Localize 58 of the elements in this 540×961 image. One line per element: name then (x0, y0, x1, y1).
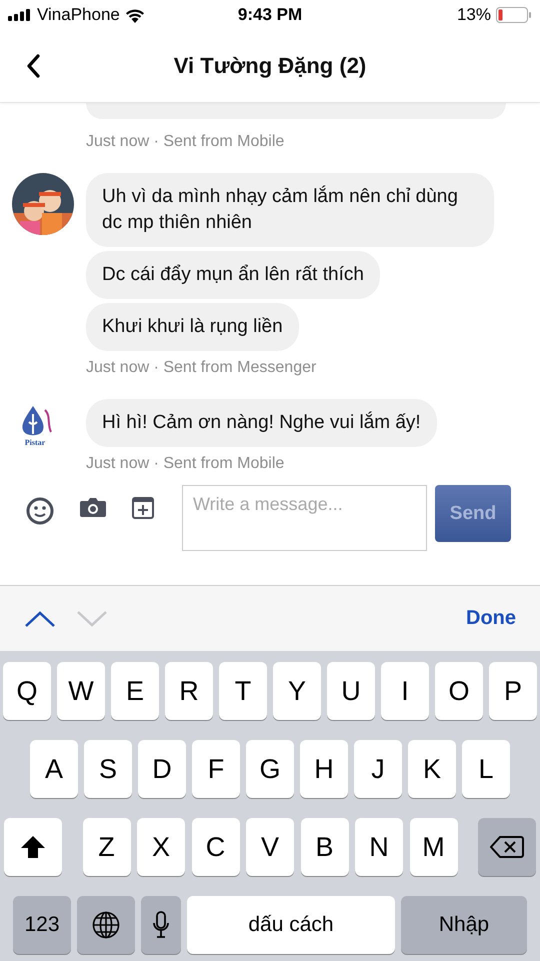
shift-icon (20, 835, 46, 859)
numbers-key[interactable]: 123 (13, 896, 71, 954)
keyboard-key[interactable]: B (300, 818, 348, 876)
space-key[interactable]: dấu cách (187, 896, 395, 954)
keyboard-key[interactable]: G (246, 740, 294, 798)
emoji-icon[interactable] (26, 497, 54, 525)
wifi-icon (124, 8, 145, 22)
done-button[interactable]: Done (466, 607, 516, 630)
carrier-name: VinaPhone (37, 5, 120, 25)
keyboard-key[interactable]: U (327, 662, 375, 720)
keyboard-key[interactable]: A (30, 740, 78, 798)
keyboard-key[interactable]: H (300, 740, 348, 798)
message-bubble: Khưi khưi là rụng liền (86, 303, 299, 351)
logo: Pistar (12, 402, 58, 447)
keyboard-key[interactable]: J (354, 740, 402, 798)
keyboard-key[interactable]: S (84, 740, 132, 798)
message-meta: Just now · Sent from Mobile (86, 455, 284, 471)
battery-icon (496, 7, 532, 23)
camera-icon[interactable] (80, 497, 106, 517)
keyboard-key[interactable]: I (381, 662, 429, 720)
backspace-icon (490, 835, 524, 859)
keyboard-key[interactable]: W (57, 662, 105, 720)
keyboard-key[interactable]: Y (273, 662, 321, 720)
signal-icon (8, 9, 32, 21)
delete-key[interactable] (478, 818, 536, 876)
message-bubble: Hì hì! Cảm ơn nàng! Nghe vui lắm ấy! (86, 399, 437, 447)
keyboard-key[interactable]: P (489, 662, 537, 720)
keyboard-key[interactable]: C (192, 818, 240, 876)
battery-percent: 13% (456, 5, 491, 25)
keyboard-key[interactable]: F (192, 740, 240, 798)
keyboard-key[interactable]: M (410, 818, 458, 876)
message-bubble: Dc cái đẩy mụn ẩn lên rất thích (86, 251, 380, 299)
status-time: 9:43 PM (238, 5, 302, 25)
globe-icon (92, 911, 120, 939)
back-icon[interactable] (26, 54, 40, 78)
message-meta: Just now · Sent from Messenger (86, 359, 316, 377)
keyboard-key[interactable]: Z (82, 818, 130, 876)
keyboard-key[interactable]: L (462, 740, 510, 798)
keyboard-key[interactable]: R (165, 662, 213, 720)
keyboard-key[interactable]: D (138, 740, 186, 798)
conversation-title: Vi Tường Đặng (2) (174, 53, 366, 79)
shift-key[interactable] (4, 818, 62, 876)
message-input[interactable]: Write a message... (182, 485, 427, 551)
microphone-icon (153, 911, 169, 939)
add-icon[interactable] (132, 497, 154, 519)
keyboard-key[interactable]: O (435, 662, 483, 720)
keyboard-key[interactable]: V (246, 818, 294, 876)
keyboard-key[interactable]: E (111, 662, 159, 720)
return-key[interactable]: Nhập (401, 896, 527, 954)
keyboard-key[interactable]: Q (3, 662, 51, 720)
microphone-key[interactable] (141, 896, 181, 954)
message-bubble: Uh vì da mình nhạy cảm lắm nên chỉ dùng dc mp thiên nhiên (86, 173, 494, 247)
globe-key[interactable] (77, 896, 135, 954)
keyboard-key[interactable]: N (355, 818, 403, 876)
message-meta: Just now · Sent from Mobile (86, 133, 284, 151)
keyboard-key[interactable]: X (137, 818, 185, 876)
keyboard-key[interactable]: K (408, 740, 456, 798)
keyboard-key[interactable]: T (219, 662, 267, 720)
